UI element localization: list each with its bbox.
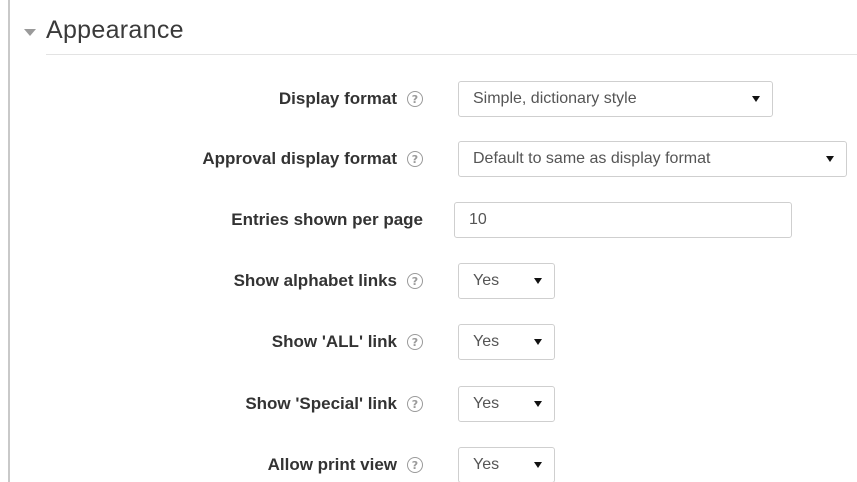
show-special-link-row: Show 'Special' link ? Yes xyxy=(0,386,857,422)
section-header[interactable]: Appearance xyxy=(24,12,184,48)
show-special-link-label-group: Show 'Special' link ? xyxy=(245,386,423,422)
entries-per-page-input[interactable]: 10 xyxy=(454,202,792,238)
show-all-link-select[interactable]: Yes xyxy=(458,324,555,360)
caret-down-icon xyxy=(534,339,542,345)
appearance-settings-panel: Appearance Display format ? Simple, dict… xyxy=(0,0,857,482)
section-title: Appearance xyxy=(46,15,184,44)
show-all-link-label: Show 'ALL' link xyxy=(271,332,397,351)
approval-display-format-label: Approval display format xyxy=(202,149,397,168)
approval-display-format-value: Default to same as display format xyxy=(473,150,711,167)
entries-per-page-label-group: Entries shown per page xyxy=(231,202,423,238)
display-format-select[interactable]: Simple, dictionary style xyxy=(458,81,773,117)
caret-down-icon xyxy=(534,462,542,468)
show-special-link-select[interactable]: Yes xyxy=(458,386,555,422)
show-alphabet-links-select[interactable]: Yes xyxy=(458,263,555,299)
allow-print-view-value: Yes xyxy=(473,456,500,473)
caret-down-icon xyxy=(826,156,834,162)
show-alphabet-links-label-group: Show alphabet links ? xyxy=(234,263,423,299)
help-icon[interactable]: ? xyxy=(407,91,423,107)
show-alphabet-links-label: Show alphabet links xyxy=(233,271,397,290)
show-special-link-label: Show 'Special' link xyxy=(245,394,397,413)
show-alphabet-links-row: Show alphabet links ? Yes xyxy=(0,263,857,299)
display-format-row: Display format ? Simple, dictionary styl… xyxy=(0,81,857,117)
allow-print-view-label-group: Allow print view ? xyxy=(268,447,423,482)
help-icon[interactable]: ? xyxy=(407,457,423,473)
collapse-arrow-icon[interactable] xyxy=(24,28,36,36)
allow-print-view-label: Allow print view xyxy=(267,455,397,474)
approval-display-format-row: Approval display format ? Default to sam… xyxy=(0,141,857,177)
allow-print-view-row: Allow print view ? Yes xyxy=(0,447,857,482)
help-icon[interactable]: ? xyxy=(407,334,423,350)
entries-per-page-row: Entries shown per page 10 xyxy=(0,202,857,238)
section-divider xyxy=(46,54,857,55)
entries-per-page-label: Entries shown per page xyxy=(231,210,423,229)
show-special-link-value: Yes xyxy=(473,395,500,412)
allow-print-view-select[interactable]: Yes xyxy=(458,447,555,482)
help-icon[interactable]: ? xyxy=(407,273,423,289)
approval-display-format-label-group: Approval display format ? xyxy=(202,141,423,177)
show-alphabet-links-value: Yes xyxy=(473,272,500,289)
caret-down-icon xyxy=(534,401,542,407)
caret-down-icon xyxy=(534,278,542,284)
display-format-label: Display format xyxy=(278,89,397,108)
show-all-link-row: Show 'ALL' link ? Yes xyxy=(0,324,857,360)
approval-display-format-select[interactable]: Default to same as display format xyxy=(458,141,847,177)
caret-down-icon xyxy=(752,96,760,102)
entries-per-page-value: 10 xyxy=(469,211,487,228)
display-format-value: Simple, dictionary style xyxy=(473,90,637,107)
display-format-label-group: Display format ? xyxy=(279,81,423,117)
help-icon[interactable]: ? xyxy=(407,151,423,167)
help-icon[interactable]: ? xyxy=(407,396,423,412)
show-all-link-value: Yes xyxy=(473,333,500,350)
show-all-link-label-group: Show 'ALL' link ? xyxy=(272,324,423,360)
